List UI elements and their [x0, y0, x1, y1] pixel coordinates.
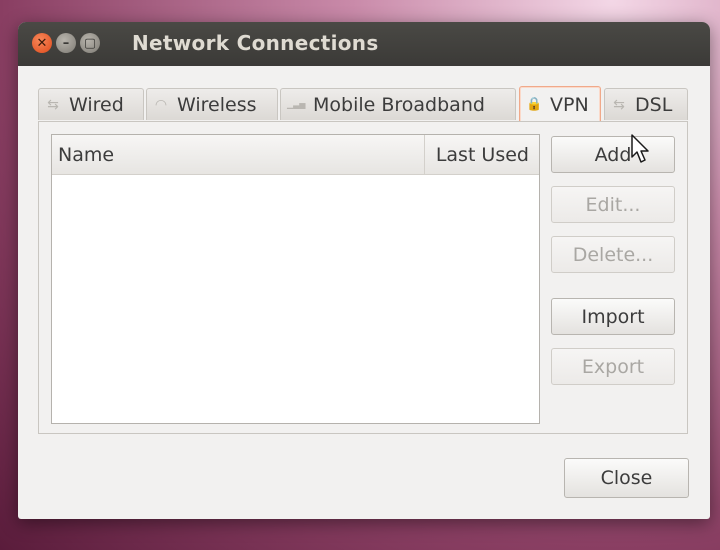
- tab-label: DSL: [635, 93, 673, 116]
- maximize-window-icon[interactable]: ▢: [80, 33, 100, 53]
- list-header: Name Last Used: [52, 135, 539, 175]
- wireless-icon: ◠: [154, 96, 168, 113]
- tab-dsl[interactable]: ⇆ DSL: [604, 88, 688, 120]
- titlebar[interactable]: ✕ – ▢ Network Connections: [18, 22, 710, 66]
- mouse-pointer-icon: [631, 134, 649, 163]
- tab-bar: ⇆ Wired ◠ Wireless ▁▃▅ Mobile Broadband …: [18, 86, 710, 122]
- column-divider[interactable]: [424, 135, 425, 174]
- column-header-name[interactable]: Name: [58, 144, 114, 166]
- lock-icon: 🔒: [526, 97, 543, 112]
- signal-bars-icon: ▁▃▅: [287, 100, 306, 109]
- import-button[interactable]: Import: [551, 298, 675, 335]
- connections-list[interactable]: Name Last Used: [51, 134, 540, 424]
- tab-wireless[interactable]: ◠ Wireless: [146, 88, 278, 120]
- window-title: Network Connections: [132, 31, 379, 55]
- tab-label: VPN: [550, 93, 589, 116]
- tab-label: Wireless: [177, 93, 257, 116]
- network-connections-window: ✕ – ▢ Network Connections ⇆ Wired ◠ Wire…: [18, 22, 710, 519]
- column-header-last-used[interactable]: Last Used: [436, 144, 529, 166]
- delete-button[interactable]: Delete...: [551, 236, 675, 273]
- add-button[interactable]: Add: [551, 136, 675, 173]
- tab-wired[interactable]: ⇆ Wired: [38, 88, 144, 120]
- tab-label: Wired: [69, 93, 124, 116]
- tab-label: Mobile Broadband: [313, 93, 485, 116]
- tab-mobile-broadband[interactable]: ▁▃▅ Mobile Broadband: [280, 88, 516, 120]
- export-button[interactable]: Export: [551, 348, 675, 385]
- wired-icon: ⇆: [47, 96, 59, 113]
- edit-button[interactable]: Edit...: [551, 186, 675, 223]
- vpn-tab-panel: Name Last Used Add Edit... Delete... Imp…: [38, 121, 688, 434]
- minimize-window-icon[interactable]: –: [56, 33, 76, 53]
- tab-vpn[interactable]: 🔒 VPN: [519, 86, 601, 122]
- close-window-icon[interactable]: ✕: [32, 33, 52, 53]
- close-button[interactable]: Close: [564, 458, 689, 498]
- dsl-icon: ⇆: [613, 96, 625, 113]
